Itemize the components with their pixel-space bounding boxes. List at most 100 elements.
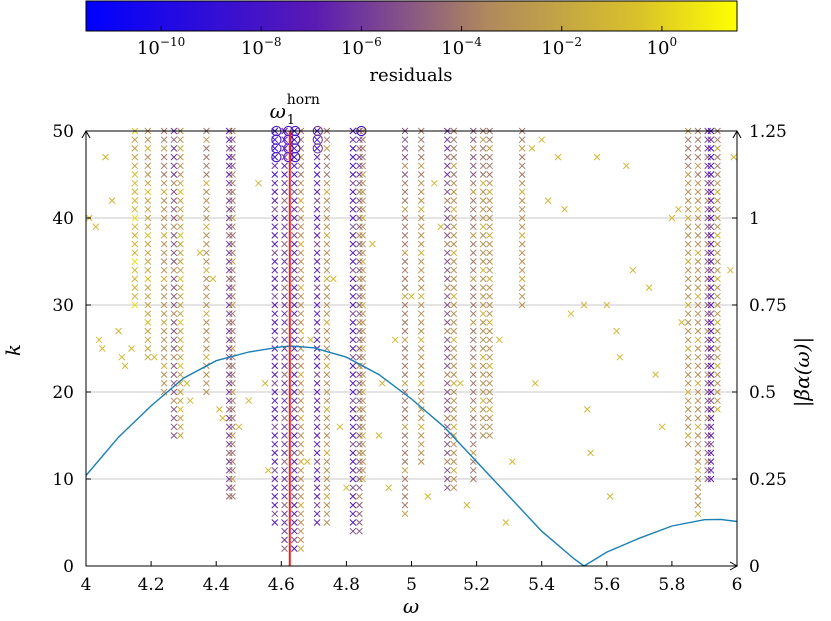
residual-marker: [479, 179, 487, 187]
residual-marker: [170, 179, 178, 187]
residual-marker: [151, 353, 158, 361]
residual-marker: [707, 188, 715, 196]
residual-marker: [479, 371, 487, 378]
residual-marker: [271, 466, 279, 474]
residual-marker: [443, 232, 451, 239]
residual-marker: [264, 466, 272, 474]
residual-marker: [518, 240, 526, 248]
residual-marker: [349, 266, 357, 274]
residual-marker: [486, 336, 493, 344]
residual-marker: [225, 310, 233, 318]
residual-marker: [694, 458, 702, 465]
residual-marker: [359, 371, 367, 378]
residual-marker: [456, 379, 464, 387]
residual-marker: [707, 171, 715, 178]
residual-marker: [349, 449, 357, 457]
residual-marker: [313, 266, 321, 274]
residual-marker: [170, 414, 178, 422]
residual-marker: [518, 223, 526, 231]
residual-marker: [170, 275, 178, 283]
residual-marker: [225, 327, 233, 335]
residual-marker: [356, 527, 363, 535]
residual-marker: [417, 232, 425, 239]
residual-marker: [417, 432, 425, 439]
residual-marker: [469, 240, 477, 248]
residual-marker: [469, 266, 477, 274]
residual-marker: [359, 319, 367, 326]
residual-marker: [297, 371, 305, 378]
residual-marker: [443, 458, 451, 465]
residual-marker: [177, 319, 184, 326]
residual-marker: [707, 197, 715, 204]
residual-marker: [450, 232, 458, 239]
residual-marker: [229, 414, 236, 422]
residual-marker: [707, 371, 715, 378]
residual-marker: [359, 440, 367, 448]
residual-marker: [349, 362, 357, 370]
residual-marker: [98, 345, 106, 352]
residual-marker: [203, 345, 210, 352]
residual-marker: [469, 362, 477, 370]
residual-marker: [349, 510, 357, 518]
residual-marker: [177, 205, 184, 213]
residual-marker: [160, 171, 168, 178]
residual-marker: [225, 449, 233, 457]
residual-marker: [356, 353, 363, 361]
residual-marker: [694, 258, 702, 265]
residual-marker: [297, 205, 305, 213]
residual-marker: [469, 414, 477, 422]
residual-marker: [229, 197, 236, 204]
residual-marker: [486, 345, 493, 352]
residual-marker: [313, 258, 321, 265]
residual-marker: [450, 440, 458, 448]
residual-marker: [203, 319, 210, 326]
residual-marker: [229, 258, 236, 265]
residual-marker: [281, 423, 288, 431]
residual-marker: [323, 327, 331, 335]
residual-marker: [131, 188, 139, 196]
residual-marker: [707, 345, 715, 352]
residual-marker: [290, 353, 298, 361]
residual-marker: [323, 414, 331, 422]
residual-marker: [694, 223, 702, 231]
residual-marker: [714, 171, 721, 178]
residual-marker: [290, 188, 298, 196]
residual-marker: [356, 232, 363, 239]
residual-marker: [225, 145, 233, 152]
residual-marker: [313, 292, 321, 300]
residual-marker: [323, 145, 331, 152]
residual-marker: [203, 136, 210, 144]
residual-marker: [349, 414, 357, 422]
residual-marker: [271, 371, 279, 378]
residual-marker: [356, 249, 363, 257]
residual-marker: [313, 284, 321, 291]
residual-marker: [479, 353, 487, 361]
residual-marker: [323, 249, 331, 257]
residual-marker: [160, 336, 168, 344]
residual-marker: [349, 232, 357, 239]
residual-marker: [170, 345, 178, 352]
residual-marker: [417, 336, 425, 344]
x-axis-label: ω: [403, 594, 419, 618]
residual-marker: [401, 379, 409, 387]
residual-marker: [469, 379, 477, 387]
residual-marker: [356, 397, 363, 405]
residual-marker: [443, 223, 451, 231]
residual-marker: [229, 336, 236, 344]
residual-marker: [281, 266, 288, 274]
y-right-tick-label: 0: [749, 557, 760, 577]
residual-marker: [356, 336, 363, 344]
residual-marker: [313, 223, 321, 231]
residual-marker: [401, 292, 409, 300]
residual-marker: [401, 197, 409, 204]
residual-marker: [469, 284, 477, 291]
scatter-markers: [85, 125, 738, 552]
residual-marker: [707, 249, 715, 257]
residual-marker: [170, 266, 178, 274]
residual-marker: [417, 171, 425, 178]
residual-marker: [160, 345, 168, 352]
residual-marker: [203, 266, 210, 274]
residual-marker: [297, 466, 305, 474]
residual-marker: [229, 145, 236, 152]
residual-marker: [229, 171, 236, 178]
